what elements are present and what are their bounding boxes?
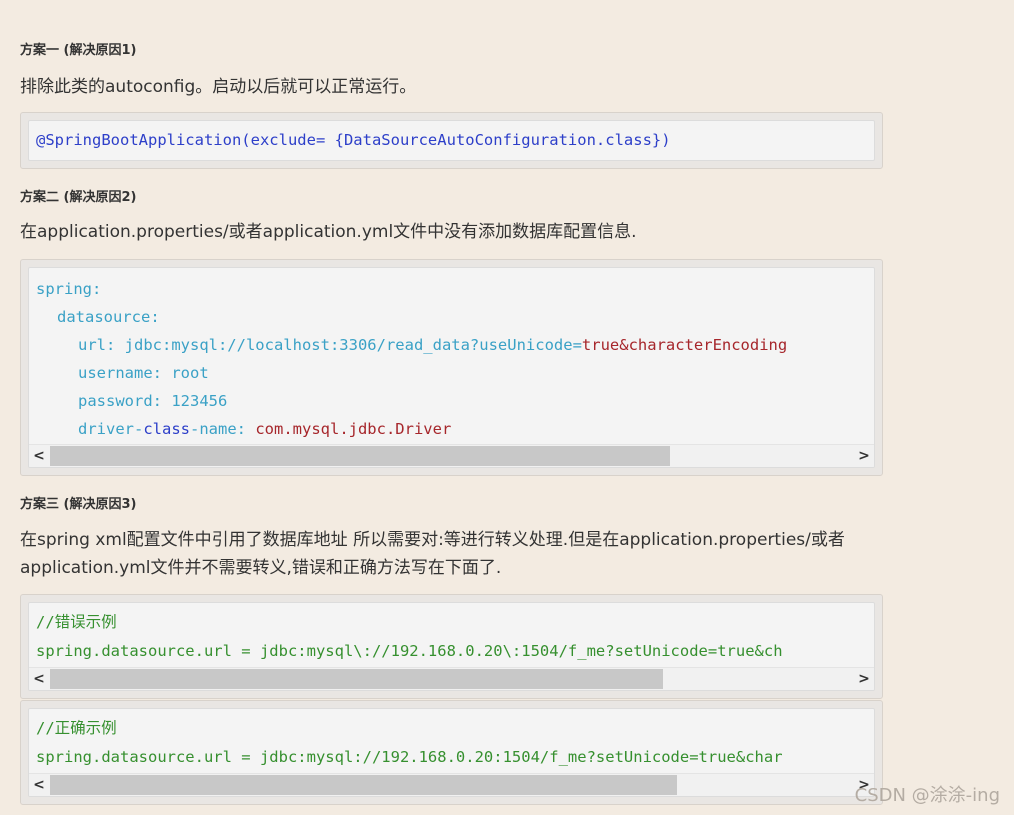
- scroll-left-arrow-icon[interactable]: <: [29, 668, 49, 690]
- code-block-1: @SpringBootApplication(exclude= {DataSou…: [20, 112, 883, 169]
- code-line: url: jdbc:mysql://localhost:3306/read_da…: [78, 331, 787, 359]
- horizontal-scrollbar[interactable]: < >: [29, 773, 874, 796]
- horizontal-scrollbar[interactable]: < >: [29, 444, 874, 467]
- code-token: com.mysql.jdbc.Driver: [255, 420, 452, 438]
- code-block-wrong: //错误示例 spring.datasource.url = jdbc:mysq…: [20, 594, 883, 699]
- solution3-description-line1: 在spring xml配置文件中引用了数据库地址 所以需要对:等进行转义处理.但…: [20, 530, 845, 550]
- code-line: driver-class-name: com.mysql.jdbc.Driver: [78, 415, 451, 443]
- scrollbar-thumb[interactable]: [50, 775, 677, 795]
- code-comment: //错误示例: [36, 613, 117, 631]
- code-token: url: jdbc:mysql://localhost:3306/read_da…: [78, 336, 582, 354]
- code-line: username: root: [78, 364, 209, 382]
- scroll-left-arrow-icon[interactable]: <: [29, 774, 49, 796]
- solution3-description-line2: application.yml文件并不需要转义,错误和正确方法写在下面了.: [20, 558, 502, 578]
- code-block-right: //正确示例 spring.datasource.url = jdbc:mysq…: [20, 700, 883, 805]
- code-token: -name:: [190, 420, 256, 438]
- code-comment: //正确示例: [36, 719, 117, 737]
- code-block-2-inner: spring: datasource: url: jdbc:mysql://lo…: [28, 267, 875, 468]
- code-block-wrong-inner: //错误示例 spring.datasource.url = jdbc:mysq…: [28, 602, 875, 691]
- code-token: true&characterEncoding: [581, 336, 788, 354]
- code-block-2: spring: datasource: url: jdbc:mysql://lo…: [20, 259, 883, 476]
- code-token: driver-: [78, 420, 144, 438]
- scrollbar-thumb[interactable]: [50, 446, 670, 466]
- solution3-heading: 方案三 (解决原因3): [20, 497, 137, 512]
- scroll-right-arrow-icon[interactable]: >: [854, 445, 874, 467]
- code-line: password: 123456: [78, 392, 228, 410]
- code-line: @SpringBootApplication(exclude= {DataSou…: [36, 131, 671, 149]
- solution2-heading: 方案二 (解决原因2): [20, 190, 137, 205]
- scroll-right-arrow-icon[interactable]: >: [854, 668, 874, 690]
- code-line: spring:: [36, 280, 102, 298]
- code-line: datasource:: [57, 308, 160, 326]
- solution2-description: 在application.properties/或者application.ym…: [20, 222, 637, 242]
- csdn-watermark: CSDN @涂涂-ing: [854, 785, 1000, 806]
- code-token: class: [143, 420, 190, 438]
- scrollbar-thumb[interactable]: [50, 669, 663, 689]
- code-line: spring.datasource.url = jdbc:mysql://192…: [36, 748, 783, 766]
- code-block-right-inner: //正确示例 spring.datasource.url = jdbc:mysq…: [28, 708, 875, 797]
- code-block-1-inner: @SpringBootApplication(exclude= {DataSou…: [28, 120, 875, 161]
- scroll-left-arrow-icon[interactable]: <: [29, 445, 49, 467]
- solution1-description: 排除此类的autoconfig。启动以后就可以正常运行。: [20, 77, 417, 97]
- horizontal-scrollbar[interactable]: < >: [29, 667, 874, 690]
- solution1-heading: 方案一 (解决原因1): [20, 43, 137, 58]
- code-line: spring.datasource.url = jdbc:mysql\://19…: [36, 642, 783, 660]
